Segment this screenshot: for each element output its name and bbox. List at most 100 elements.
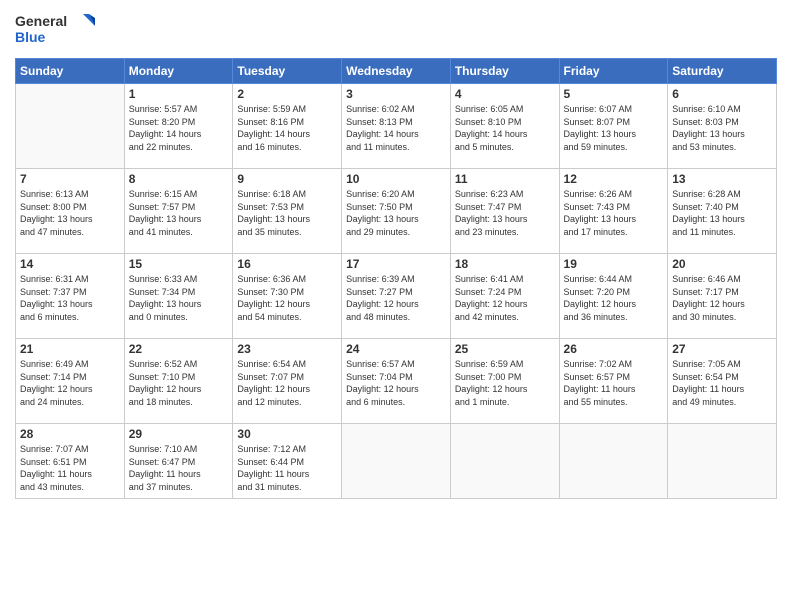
day-info: Sunrise: 6:39 AM Sunset: 7:27 PM Dayligh… (346, 273, 446, 323)
day-number: 20 (672, 257, 772, 271)
day-info: Sunrise: 7:10 AM Sunset: 6:47 PM Dayligh… (129, 443, 229, 493)
day-info: Sunrise: 6:31 AM Sunset: 7:37 PM Dayligh… (20, 273, 120, 323)
day-info: Sunrise: 6:52 AM Sunset: 7:10 PM Dayligh… (129, 358, 229, 408)
day-number: 21 (20, 342, 120, 356)
calendar-cell: 12 Sunrise: 6:26 AM Sunset: 7:43 PM Dayli… (559, 169, 668, 254)
day-number: 27 (672, 342, 772, 356)
calendar-cell: 11 Sunrise: 6:23 AM Sunset: 7:47 PM Dayli… (450, 169, 559, 254)
day-info: Sunrise: 6:49 AM Sunset: 7:14 PM Dayligh… (20, 358, 120, 408)
day-number: 5 (564, 87, 664, 101)
day-info: Sunrise: 7:12 AM Sunset: 6:44 PM Dayligh… (237, 443, 337, 493)
day-header: Thursday (450, 59, 559, 84)
day-number: 25 (455, 342, 555, 356)
day-number: 24 (346, 342, 446, 356)
day-number: 9 (237, 172, 337, 186)
calendar-cell (559, 424, 668, 499)
svg-text:General: General (15, 13, 67, 29)
day-info: Sunrise: 7:07 AM Sunset: 6:51 PM Dayligh… (20, 443, 120, 493)
calendar-cell (342, 424, 451, 499)
calendar-cell: 25 Sunrise: 6:59 AM Sunset: 7:00 PM Dayli… (450, 339, 559, 424)
calendar-cell: 26 Sunrise: 7:02 AM Sunset: 6:57 PM Dayli… (559, 339, 668, 424)
day-number: 18 (455, 257, 555, 271)
calendar-cell: 24 Sunrise: 6:57 AM Sunset: 7:04 PM Dayli… (342, 339, 451, 424)
day-info: Sunrise: 6:36 AM Sunset: 7:30 PM Dayligh… (237, 273, 337, 323)
day-header: Saturday (668, 59, 777, 84)
day-header: Friday (559, 59, 668, 84)
day-info: Sunrise: 6:23 AM Sunset: 7:47 PM Dayligh… (455, 188, 555, 238)
day-number: 1 (129, 87, 229, 101)
day-info: Sunrise: 7:02 AM Sunset: 6:57 PM Dayligh… (564, 358, 664, 408)
calendar-cell: 6Sunrise: 6:10 AM Sunset: 8:03 PM Daylig… (668, 84, 777, 169)
day-info: Sunrise: 6:54 AM Sunset: 7:07 PM Dayligh… (237, 358, 337, 408)
day-info: Sunrise: 6:44 AM Sunset: 7:20 PM Dayligh… (564, 273, 664, 323)
calendar-cell: 28 Sunrise: 7:07 AM Sunset: 6:51 PM Dayli… (16, 424, 125, 499)
calendar-cell: 10 Sunrise: 6:20 AM Sunset: 7:50 PM Dayli… (342, 169, 451, 254)
day-info: Sunrise: 7:05 AM Sunset: 6:54 PM Dayligh… (672, 358, 772, 408)
day-info: Sunrise: 6:02 AM Sunset: 8:13 PM Dayligh… (346, 103, 446, 153)
calendar-cell: 2 Sunrise: 5:59 AM Sunset: 8:16 PM Daylig… (233, 84, 342, 169)
day-number: 10 (346, 172, 446, 186)
day-info: Sunrise: 6:59 AM Sunset: 7:00 PM Dayligh… (455, 358, 555, 408)
day-number: 26 (564, 342, 664, 356)
day-header: Wednesday (342, 59, 451, 84)
calendar-cell: 4Sunrise: 6:05 AM Sunset: 8:10 PM Daylig… (450, 84, 559, 169)
day-info: Sunrise: 6:07 AM Sunset: 8:07 PM Dayligh… (564, 103, 664, 153)
day-info: Sunrise: 6:46 AM Sunset: 7:17 PM Dayligh… (672, 273, 772, 323)
day-info: Sunrise: 5:59 AM Sunset: 8:16 PM Dayligh… (237, 103, 337, 153)
day-number: 8 (129, 172, 229, 186)
calendar: SundayMondayTuesdayWednesdayThursdayFrid… (15, 58, 777, 499)
calendar-cell: 30 Sunrise: 7:12 AM Sunset: 6:44 PM Dayli… (233, 424, 342, 499)
calendar-cell: 14 Sunrise: 6:31 AM Sunset: 7:37 PM Dayli… (16, 254, 125, 339)
day-number: 12 (564, 172, 664, 186)
day-info: Sunrise: 6:41 AM Sunset: 7:24 PM Dayligh… (455, 273, 555, 323)
calendar-cell: 7 Sunrise: 6:13 AM Sunset: 8:00 PM Daylig… (16, 169, 125, 254)
calendar-cell: 17 Sunrise: 6:39 AM Sunset: 7:27 PM Dayli… (342, 254, 451, 339)
day-number: 17 (346, 257, 446, 271)
day-info: Sunrise: 6:10 AM Sunset: 8:03 PM Dayligh… (672, 103, 772, 153)
calendar-cell: 27 Sunrise: 7:05 AM Sunset: 6:54 PM Dayli… (668, 339, 777, 424)
calendar-cell: 20 Sunrise: 6:46 AM Sunset: 7:17 PM Dayli… (668, 254, 777, 339)
day-number: 16 (237, 257, 337, 271)
calendar-cell: 19Sunrise: 6:44 AM Sunset: 7:20 PM Dayli… (559, 254, 668, 339)
day-number: 14 (20, 257, 120, 271)
day-number: 11 (455, 172, 555, 186)
day-info: Sunrise: 6:15 AM Sunset: 7:57 PM Dayligh… (129, 188, 229, 238)
calendar-cell: 1 Sunrise: 5:57 AM Sunset: 8:20 PM Daylig… (124, 84, 233, 169)
day-number: 23 (237, 342, 337, 356)
day-header: Sunday (16, 59, 125, 84)
day-number: 15 (129, 257, 229, 271)
logo: General Blue (15, 10, 95, 52)
day-header: Monday (124, 59, 233, 84)
day-number: 28 (20, 427, 120, 441)
calendar-cell: 9 Sunrise: 6:18 AM Sunset: 7:53 PM Daylig… (233, 169, 342, 254)
day-number: 13 (672, 172, 772, 186)
calendar-cell: 13 Sunrise: 6:28 AM Sunset: 7:40 PM Dayli… (668, 169, 777, 254)
day-info: Sunrise: 6:26 AM Sunset: 7:43 PM Dayligh… (564, 188, 664, 238)
day-number: 3 (346, 87, 446, 101)
day-info: Sunrise: 6:13 AM Sunset: 8:00 PM Dayligh… (20, 188, 120, 238)
calendar-cell: 23 Sunrise: 6:54 AM Sunset: 7:07 PM Dayli… (233, 339, 342, 424)
day-number: 4 (455, 87, 555, 101)
day-info: Sunrise: 6:28 AM Sunset: 7:40 PM Dayligh… (672, 188, 772, 238)
calendar-cell (16, 84, 125, 169)
day-info: Sunrise: 6:33 AM Sunset: 7:34 PM Dayligh… (129, 273, 229, 323)
day-info: Sunrise: 6:20 AM Sunset: 7:50 PM Dayligh… (346, 188, 446, 238)
calendar-cell: 8 Sunrise: 6:15 AM Sunset: 7:57 PM Daylig… (124, 169, 233, 254)
calendar-cell: 21 Sunrise: 6:49 AM Sunset: 7:14 PM Dayli… (16, 339, 125, 424)
calendar-cell: 3 Sunrise: 6:02 AM Sunset: 8:13 PM Daylig… (342, 84, 451, 169)
day-number: 22 (129, 342, 229, 356)
day-number: 7 (20, 172, 120, 186)
day-info: Sunrise: 6:18 AM Sunset: 7:53 PM Dayligh… (237, 188, 337, 238)
day-info: Sunrise: 6:57 AM Sunset: 7:04 PM Dayligh… (346, 358, 446, 408)
day-info: Sunrise: 5:57 AM Sunset: 8:20 PM Dayligh… (129, 103, 229, 153)
calendar-cell: 18 Sunrise: 6:41 AM Sunset: 7:24 PM Dayli… (450, 254, 559, 339)
calendar-cell: 5 Sunrise: 6:07 AM Sunset: 8:07 PM Daylig… (559, 84, 668, 169)
day-number: 2 (237, 87, 337, 101)
calendar-cell: 29 Sunrise: 7:10 AM Sunset: 6:47 PM Dayli… (124, 424, 233, 499)
calendar-cell (668, 424, 777, 499)
calendar-cell (450, 424, 559, 499)
calendar-cell: 15 Sunrise: 6:33 AM Sunset: 7:34 PM Dayli… (124, 254, 233, 339)
day-number: 30 (237, 427, 337, 441)
day-number: 29 (129, 427, 229, 441)
calendar-cell: 22 Sunrise: 6:52 AM Sunset: 7:10 PM Dayli… (124, 339, 233, 424)
